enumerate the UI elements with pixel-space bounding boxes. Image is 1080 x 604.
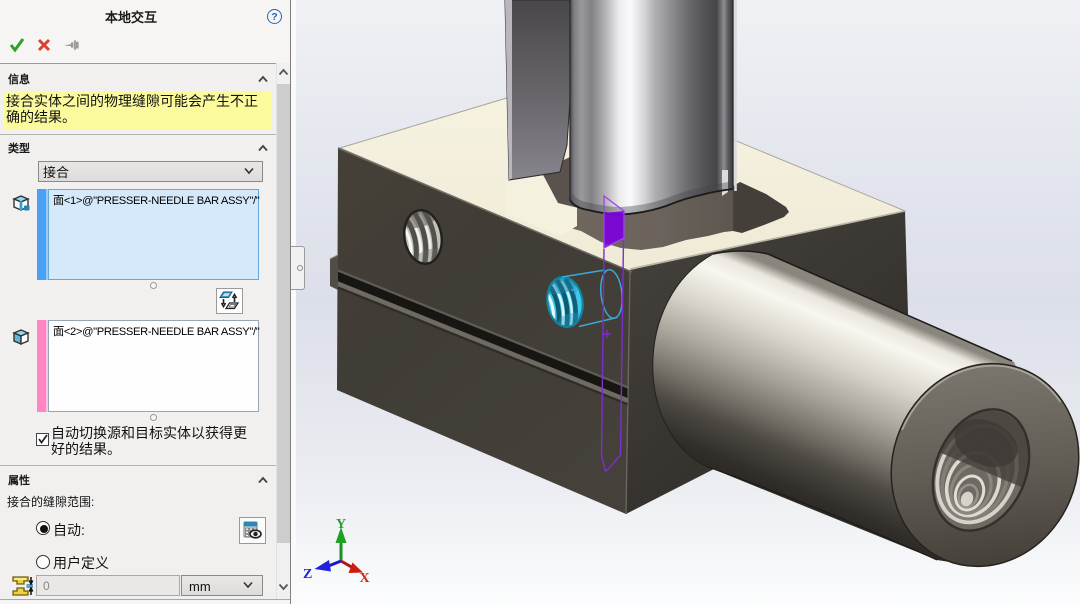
svg-text:Y: Y <box>336 517 346 532</box>
svg-text:Z: Z <box>303 567 312 582</box>
svg-text:X: X <box>360 571 370 586</box>
